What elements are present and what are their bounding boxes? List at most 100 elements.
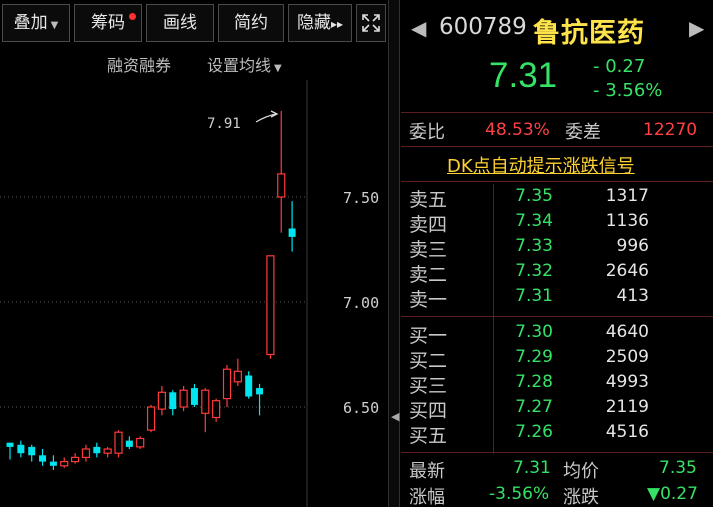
ma-settings-label: 设置均线 xyxy=(207,56,272,75)
candle-body xyxy=(125,440,133,447)
divider-line xyxy=(401,146,713,147)
candle-body xyxy=(169,392,177,410)
candle xyxy=(245,371,253,399)
ask-volume: 1136 xyxy=(605,211,649,231)
ask-price: 7.32 xyxy=(515,261,553,281)
candle-body xyxy=(6,442,14,447)
candle-body xyxy=(288,228,296,237)
candle xyxy=(157,386,166,416)
kline-svg[interactable]: 7.50 7.00 6.50 7.91 xyxy=(0,80,388,507)
dk-signal-link[interactable]: DK点自动提示涨跌信号 xyxy=(447,152,635,178)
ask-row[interactable]: 卖三 7.33 996 xyxy=(401,235,713,261)
bid-price: 7.28 xyxy=(515,372,553,392)
dropdown-triangle-icon: ▼ xyxy=(50,20,59,31)
bid-row[interactable]: 买三 7.28 4993 xyxy=(401,371,713,397)
ask-volume: 996 xyxy=(616,236,649,256)
ma-settings-dropdown[interactable]: 设置均线 ▼ xyxy=(207,52,282,76)
price-change-pct: - 3.56% xyxy=(593,80,663,101)
wei-cha-label: 委差 xyxy=(565,122,601,143)
ask-price: 7.34 xyxy=(515,211,553,231)
ask-row[interactable]: 卖一 7.31 413 xyxy=(401,285,713,311)
candle-body xyxy=(28,446,36,456)
draw-line-button[interactable]: 画线 xyxy=(146,4,214,42)
bid-volume: 4516 xyxy=(605,422,649,442)
candle xyxy=(60,457,69,468)
bid-volume: 2509 xyxy=(605,347,649,367)
divider-line xyxy=(401,181,713,182)
candle-body xyxy=(146,406,156,431)
ask-row[interactable]: 卖五 7.35 1317 xyxy=(401,185,713,211)
avg-price-value: 7.35 xyxy=(659,458,697,478)
updown-label: 涨跌 xyxy=(563,487,599,507)
bid-price: 7.26 xyxy=(515,422,553,442)
candle xyxy=(266,255,275,359)
bid-row[interactable]: 买二 7.29 2509 xyxy=(401,346,713,372)
candle xyxy=(49,455,57,470)
candle xyxy=(190,383,198,407)
next-stock-icon[interactable]: ▶ xyxy=(689,16,704,40)
ask-volume: 2646 xyxy=(605,261,649,281)
bid-row[interactable]: 买一 7.30 4640 xyxy=(401,321,713,347)
quote-panel: ◀ 600789 鲁抗医药 ▶ 7.31 - 0.27 - 3.56% 委比 4… xyxy=(401,0,713,507)
kline-chart[interactable]: 7.50 7.00 6.50 7.91 xyxy=(0,80,388,507)
ask-price: 7.33 xyxy=(515,236,553,256)
stock-header: ◀ 600789 鲁抗医药 ▶ 7.31 - 0.27 - 3.56% xyxy=(401,0,713,112)
candle-body xyxy=(190,388,198,405)
chips-button[interactable]: 筹码 xyxy=(74,4,142,42)
candle-body xyxy=(256,388,264,395)
draw-line-label: 画线 xyxy=(163,13,197,33)
margin-trading-link[interactable]: 融资融券 xyxy=(107,52,171,76)
prev-stock-icon[interactable]: ◀ xyxy=(411,16,426,40)
panel-divider[interactable]: ◀ xyxy=(388,0,400,507)
candle-body xyxy=(266,255,275,356)
price-change: - 0.27 xyxy=(593,56,646,77)
chart-subbar: 融资融券 设置均线 ▼ xyxy=(0,46,307,80)
divider-line xyxy=(401,316,713,317)
bid-row[interactable]: 买五 7.26 4516 xyxy=(401,421,713,447)
candle-body xyxy=(17,444,25,454)
bid-level-label: 买一 xyxy=(409,325,448,347)
stock-code: 600789 xyxy=(439,14,527,40)
candle-body xyxy=(70,456,80,463)
candle-body xyxy=(212,400,221,419)
simple-mode-label: 简约 xyxy=(234,13,268,33)
hide-button[interactable]: 隐藏▸▸ xyxy=(288,4,352,42)
candle xyxy=(81,444,91,462)
ask-volume: 413 xyxy=(616,286,649,306)
candle xyxy=(114,430,123,458)
candle-body xyxy=(157,391,166,410)
high-price-annotation: 7.91 xyxy=(207,116,241,132)
candle-body xyxy=(39,455,47,462)
bid-price: 7.27 xyxy=(515,397,553,417)
stock-name: 鲁抗医药 xyxy=(533,18,645,49)
hide-label: 隐藏 xyxy=(296,13,331,33)
annotation-arrow-icon xyxy=(255,113,277,123)
candle xyxy=(222,365,232,407)
candle-body xyxy=(201,389,210,414)
last-price: 7.31 xyxy=(489,56,558,95)
candle xyxy=(70,453,80,464)
simple-mode-button[interactable]: 简约 xyxy=(218,4,284,42)
candle xyxy=(125,436,133,449)
candle-body xyxy=(81,448,91,458)
range-label: 涨幅 xyxy=(409,487,445,507)
ask-row[interactable]: 卖四 7.34 1136 xyxy=(401,210,713,236)
candle-body xyxy=(93,446,101,454)
double-arrow-icon: ▸▸ xyxy=(330,17,344,31)
updown-value: ▼0.27 xyxy=(647,484,698,504)
fullscreen-button[interactable] xyxy=(356,4,386,42)
chips-label: 筹码 xyxy=(91,13,125,33)
bid-level-label: 买五 xyxy=(409,425,448,447)
latest-label: 最新 xyxy=(409,461,445,482)
collapse-arrow-icon[interactable]: ◀ xyxy=(391,410,399,423)
ask-row[interactable]: 卖二 7.32 2646 xyxy=(401,260,713,286)
candle-body xyxy=(222,368,232,400)
bid-row[interactable]: 买四 7.27 2119 xyxy=(401,396,713,422)
ask-level-label: 卖一 xyxy=(409,289,448,311)
candle-body xyxy=(179,389,188,408)
ask-level-label: 卖三 xyxy=(409,239,448,261)
bid-volume: 2119 xyxy=(605,397,649,417)
candles-group xyxy=(6,110,296,470)
ask-volume: 1317 xyxy=(605,186,649,206)
overlay-button[interactable]: 叠加 ▼ xyxy=(2,4,70,42)
